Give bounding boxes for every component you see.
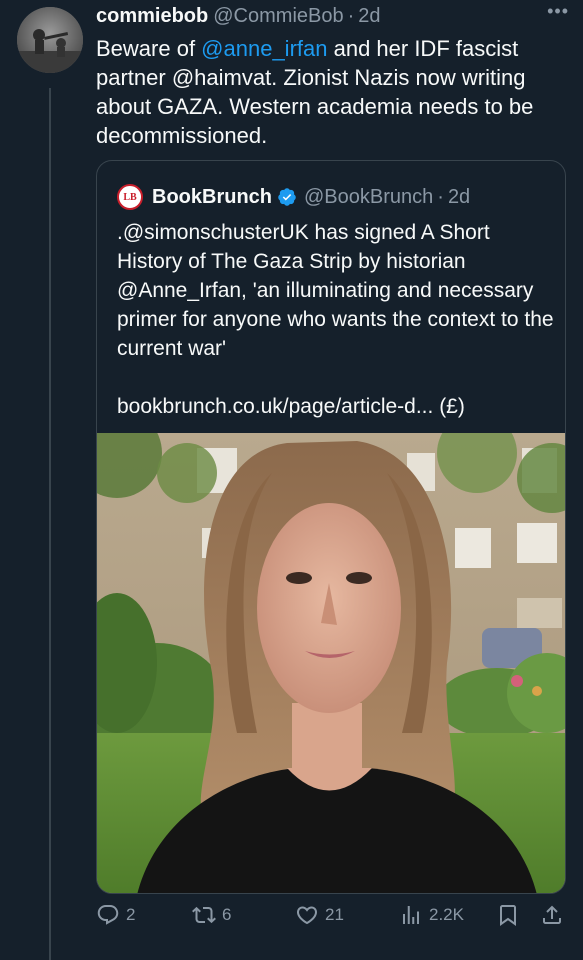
more-icon[interactable]: ••• <box>547 1 569 22</box>
views-count: 2.2K <box>429 905 464 924</box>
tweet-header: commiebob @CommieBob · 2d <box>96 5 571 29</box>
repost-button[interactable]: 6 <box>192 903 231 927</box>
bookmark-icon <box>500 905 516 926</box>
quote-timestamp[interactable]: 2d <box>448 186 470 209</box>
action-bar: 2 6 21 2.2K <box>96 903 571 933</box>
quoted-tweet[interactable]: LB BookBrunch @BookBrunch · 2d .@simonsc… <box>96 160 566 894</box>
mention-link[interactable]: @anne_irfan <box>201 36 327 61</box>
quote-text: .@simonschusterUK has signed A Short His… <box>117 221 554 360</box>
share-icon <box>543 905 561 924</box>
repost-icon <box>192 906 216 924</box>
like-button[interactable]: 21 <box>295 903 344 927</box>
views-icon <box>403 906 419 924</box>
repost-count: 6 <box>222 905 232 924</box>
tweet-text-part: Beware of <box>96 36 202 61</box>
quote-header: LB BookBrunch @BookBrunch · 2d <box>117 183 470 211</box>
separator-dot: · <box>347 5 355 27</box>
quote-link[interactable]: bookbrunch.co.uk/page/article-d... (£) <box>117 392 465 421</box>
logo-text: LB <box>123 191 137 203</box>
author-name[interactable]: commiebob <box>96 5 208 28</box>
tweet-text: Beware of @anne_irfan and her IDF fascis… <box>96 34 566 150</box>
quote-author-name[interactable]: BookBrunch <box>152 186 272 209</box>
author-handle[interactable]: @CommieBob <box>213 5 343 28</box>
bookmark-button[interactable] <box>496 903 520 927</box>
avatar[interactable] <box>17 7 83 73</box>
reply-icon <box>97 905 119 925</box>
timestamp[interactable]: 2d <box>358 5 380 28</box>
share-button[interactable] <box>540 903 564 927</box>
thread-line <box>49 88 51 960</box>
separator-dot: · <box>437 185 444 208</box>
like-count: 21 <box>325 905 344 924</box>
reply-button[interactable]: 2 <box>96 903 135 927</box>
views-button[interactable]: 2.2K <box>399 903 464 927</box>
like-icon <box>296 906 318 925</box>
quote-avatar[interactable]: LB <box>117 184 143 210</box>
reply-count: 2 <box>126 905 136 924</box>
quote-image[interactable] <box>97 433 565 893</box>
verified-badge-icon <box>278 188 296 206</box>
quote-author-handle[interactable]: @BookBrunch <box>304 186 433 209</box>
